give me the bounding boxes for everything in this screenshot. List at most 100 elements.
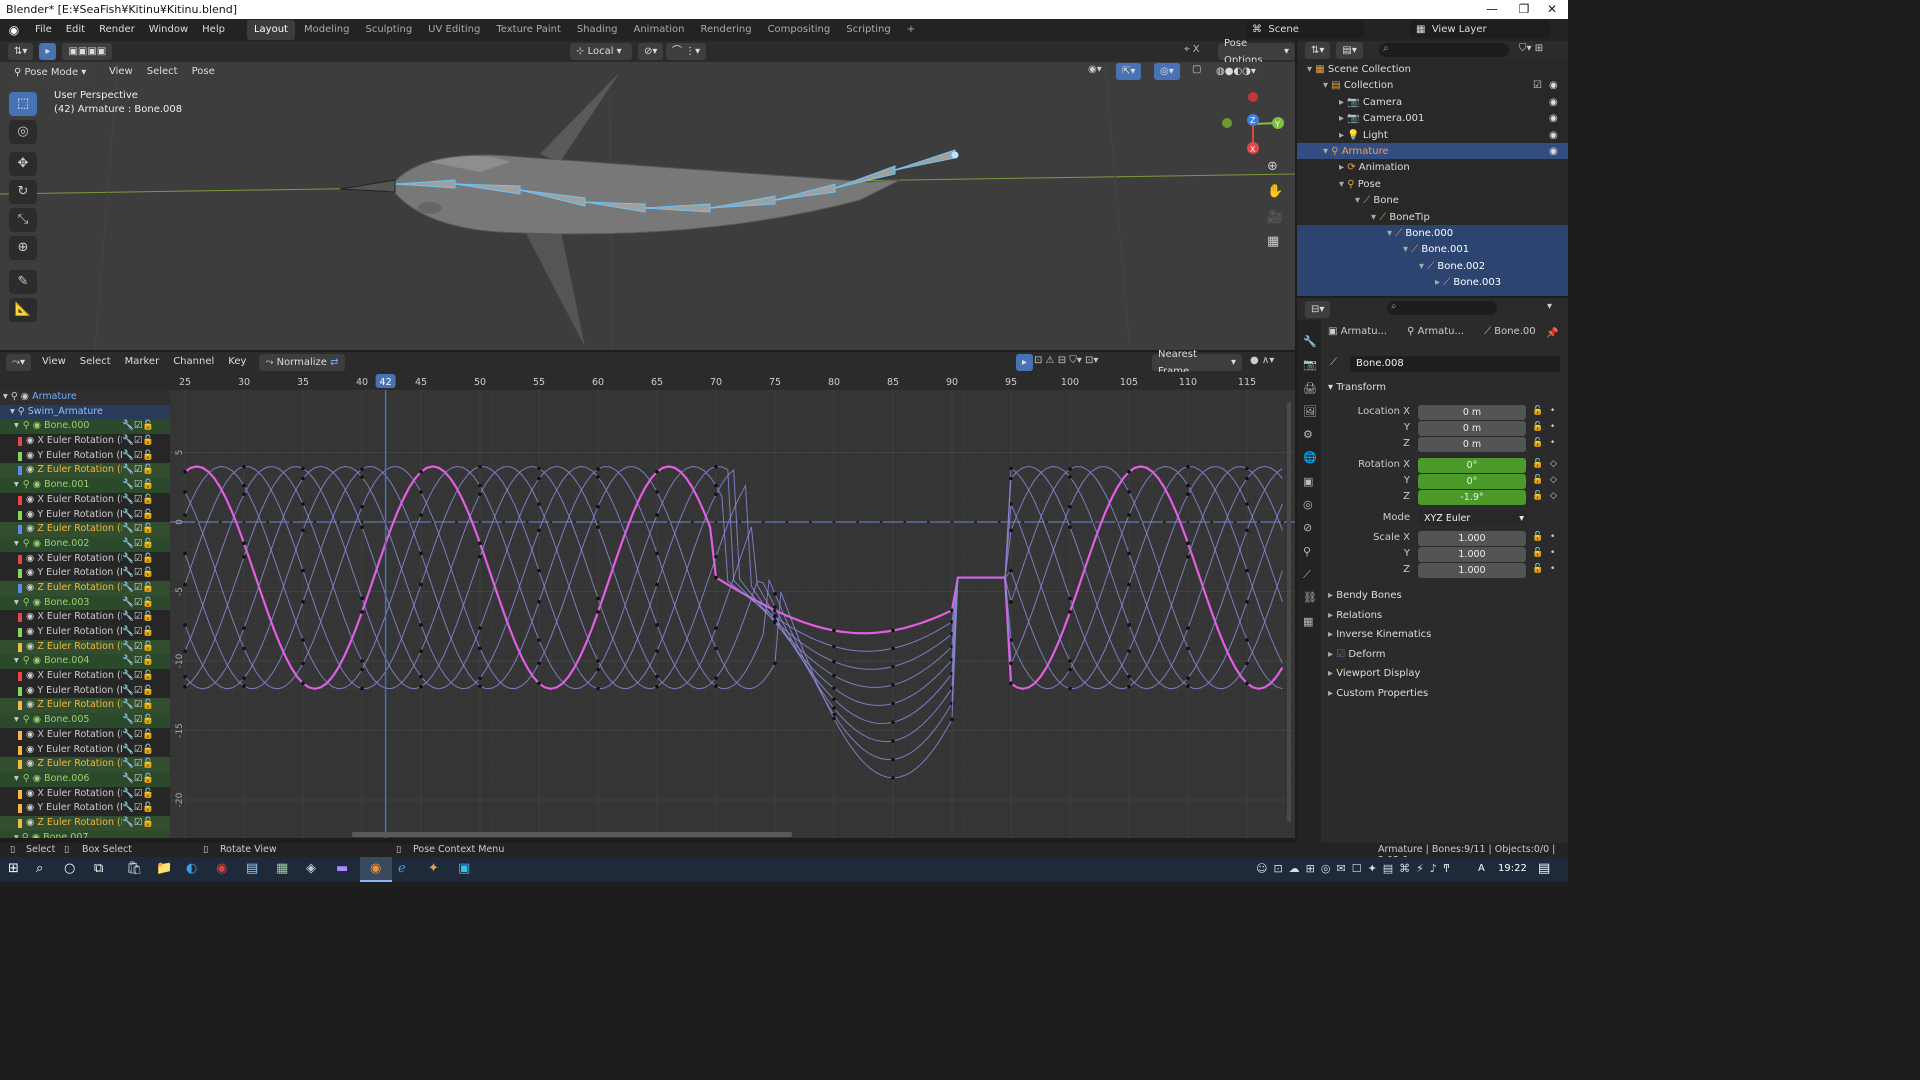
graph-editor-type-icon[interactable]: ⤳▾ <box>6 353 32 371</box>
keyframe-point[interactable] <box>1127 470 1131 474</box>
expand-arrow-icon[interactable]: ▾ <box>1307 64 1315 75</box>
keyframe-point[interactable] <box>655 551 659 556</box>
mode-dropdown[interactable]: ⚲ Pose Mode ▾ <box>8 63 96 81</box>
channel-fcurve[interactable]: ◉ Y Euler Rotation (Bo 🔧☑🔓 <box>0 801 170 816</box>
outliner-item-bone-003[interactable]: ▸ ⟋ Bone.003 <box>1435 275 1501 291</box>
channel-toggle-icons[interactable]: 🔧☑🔓 <box>122 507 155 523</box>
keyframe-point[interactable] <box>478 492 482 496</box>
channel-toggle-icons[interactable]: 🔧☑🔓 <box>122 669 155 684</box>
eye-icon[interactable]: ◉ <box>26 758 37 769</box>
keyframe-point[interactable] <box>183 551 187 556</box>
proportional-edit-icon[interactable]: ● ∧▾ <box>1250 355 1274 366</box>
shading-mode-icons[interactable]: ◍●◐◑▾ <box>1210 63 1262 80</box>
keyframe-point[interactable] <box>773 592 777 596</box>
lock-icon[interactable]: 🔓 <box>1532 438 1543 448</box>
keyframe-point[interactable] <box>1068 475 1072 479</box>
keyframe-point[interactable] <box>183 513 187 517</box>
keyframe-point[interactable] <box>183 649 187 653</box>
outliner-item-camera-001[interactable]: ▸ 📷 Camera.001 <box>1339 111 1424 127</box>
properties-tab-icon[interactable]: ▣ <box>1303 470 1317 493</box>
channel-toggle-icons[interactable]: 🔧☑🔓 <box>122 492 155 508</box>
keyframe-point[interactable] <box>1009 568 1013 573</box>
keyframe-icon[interactable]: ◇ <box>1550 459 1557 469</box>
keyframe-point[interactable] <box>655 685 659 689</box>
ime-indicator[interactable]: A <box>1478 863 1485 874</box>
graph-menu-key[interactable]: Key <box>221 351 253 373</box>
graph-curves-canvas[interactable]: 25 30 35 40 45 50 55 60 65 70 75 80 85 90 95 100 105 110 1… <box>0 372 1295 838</box>
eye-icon[interactable]: ◉ <box>26 817 37 828</box>
keyframe-point[interactable] <box>242 684 246 688</box>
lock-icon[interactable]: 🔓 <box>1532 491 1543 501</box>
expand-arrow-icon[interactable]: ▸ <box>1339 130 1347 141</box>
workspace-tab-shading[interactable]: Shading <box>570 20 625 40</box>
channel-fcurve[interactable]: ◉ X Euler Rotation (Bc 🔧☑🔓 <box>0 551 170 567</box>
keyframe-point[interactable] <box>1245 502 1249 506</box>
keyframe-point[interactable] <box>1186 646 1190 651</box>
keyframe-point[interactable] <box>537 600 541 604</box>
channel-toggle-icons[interactable]: 🔧☑🔓 <box>122 610 155 625</box>
eye-icon[interactable]: ◉ <box>26 788 37 799</box>
expand-arrow-icon[interactable]: ▾ <box>1323 146 1331 157</box>
keyframe-icon[interactable]: • <box>1550 438 1555 448</box>
channel-toggle-icons[interactable]: 🔧☑🔓 <box>122 683 155 699</box>
keyframe-point[interactable] <box>655 470 659 474</box>
eye-icon[interactable]: ◉ <box>26 435 37 446</box>
app-icon[interactable]: ▣ <box>458 861 470 876</box>
channel-toggle-icons[interactable]: 🔧☑🔓 <box>122 419 154 434</box>
keyframe-point[interactable] <box>714 684 718 688</box>
vertical-scrollbar[interactable] <box>1287 402 1291 822</box>
keyframe-point[interactable] <box>266 520 269 524</box>
keyframe-point[interactable] <box>1021 520 1025 524</box>
keyframe-point[interactable] <box>1009 466 1013 471</box>
channel-fcurve[interactable]: ◉ X Euler Rotation (Bc 🔧☑🔓 <box>0 434 170 449</box>
outliner-item-collection[interactable]: ▾ ▤ Collection <box>1323 78 1393 94</box>
lock-icon[interactable]: 🔓 <box>1532 475 1543 485</box>
keyframe-point[interactable] <box>301 528 305 533</box>
keyframe-point[interactable] <box>419 470 423 474</box>
gizmo-toggle-icon[interactable]: ⇱▾ <box>1116 63 1142 80</box>
channel-fcurve[interactable]: ◉ Y Euler Rotation (Bo 🔧☑🔓 <box>0 566 170 581</box>
outliner-item-bone-002[interactable]: ▾ ⟋ Bone.002 <box>1419 259 1485 275</box>
keyframe-point[interactable] <box>832 673 836 678</box>
channel-toggle-icons[interactable]: 🔧☑🔓 <box>122 772 154 787</box>
panel-custom-properties[interactable]: ▸ Custom Properties <box>1328 688 1428 699</box>
panel-expand-icon[interactable]: ▸ <box>1328 610 1336 621</box>
keyframe-point[interactable] <box>242 646 246 651</box>
keyframe-point[interactable] <box>596 475 600 479</box>
keyframe-point[interactable] <box>856 520 859 524</box>
keyframe-point[interactable] <box>360 504 364 509</box>
keyframe-icon[interactable]: ◇ <box>1550 491 1557 501</box>
transform-panel-header[interactable]: ▾ Transform <box>1328 382 1386 393</box>
keyframe-point[interactable] <box>242 483 246 488</box>
system-tray-icons[interactable]: ☺⊡☁⊞◎✉☐✦▤⌘⚡♪ͳ <box>1256 862 1456 875</box>
channel-group-bone-001[interactable]: ▾ ⚲ ◉ Bone.001 🔧☑🔓 <box>0 478 170 493</box>
visibility-eye-icon[interactable]: ◉ <box>1549 95 1558 111</box>
channel-toggle-icons[interactable]: 🔧☑🔓 <box>122 566 155 581</box>
rotate-tool-icon[interactable]: ↻ <box>9 180 37 204</box>
keyframe-point[interactable] <box>691 520 694 524</box>
channel-fcurve[interactable]: ◉ Z Euler Rotation (Bc 🔧☑🔓 <box>0 580 170 596</box>
keyframe-point[interactable] <box>950 520 954 524</box>
keyframe-point[interactable] <box>714 676 718 681</box>
keyframe-point[interactable] <box>997 520 1001 524</box>
scale-z-field[interactable]: 1.000 <box>1418 563 1526 578</box>
channel-fcurve[interactable]: ◉ Z Euler Rotation (Bc 🔧☑🔓 <box>0 639 170 655</box>
rotation-y-field[interactable]: 0° <box>1418 474 1526 489</box>
outliner-item-camera[interactable]: ▸ 📷 Camera <box>1339 95 1402 111</box>
workspace-tab-sculpting[interactable]: Sculpting <box>358 20 419 40</box>
keyframe-point[interactable] <box>183 623 187 627</box>
channel-toggle-icons[interactable]: 🔧☑🔓 <box>122 478 154 493</box>
eye-icon[interactable]: ◉ <box>26 685 37 696</box>
keyframe-point[interactable] <box>891 757 895 762</box>
outliner-item-bone-001[interactable]: ▾ ⟋ Bone.001 <box>1403 242 1469 258</box>
properties-type-icon[interactable]: ⊟▾ <box>1305 300 1331 318</box>
keyframe-point[interactable] <box>1009 681 1013 686</box>
channel-fcurve[interactable]: ◉ Y Euler Rotation (Bo 🔧☑🔓 <box>0 683 170 699</box>
viewport-menu-select[interactable]: Select <box>140 61 185 83</box>
keyframe-point[interactable] <box>360 610 364 614</box>
keyframe-point[interactable] <box>1068 659 1072 663</box>
expand-arrow-icon[interactable]: ▾ <box>14 714 19 725</box>
keyframe-point[interactable] <box>360 467 364 471</box>
keyframe-point[interactable] <box>1068 667 1072 672</box>
select-mode-icons[interactable]: ▣▣▣▣ <box>62 43 113 60</box>
